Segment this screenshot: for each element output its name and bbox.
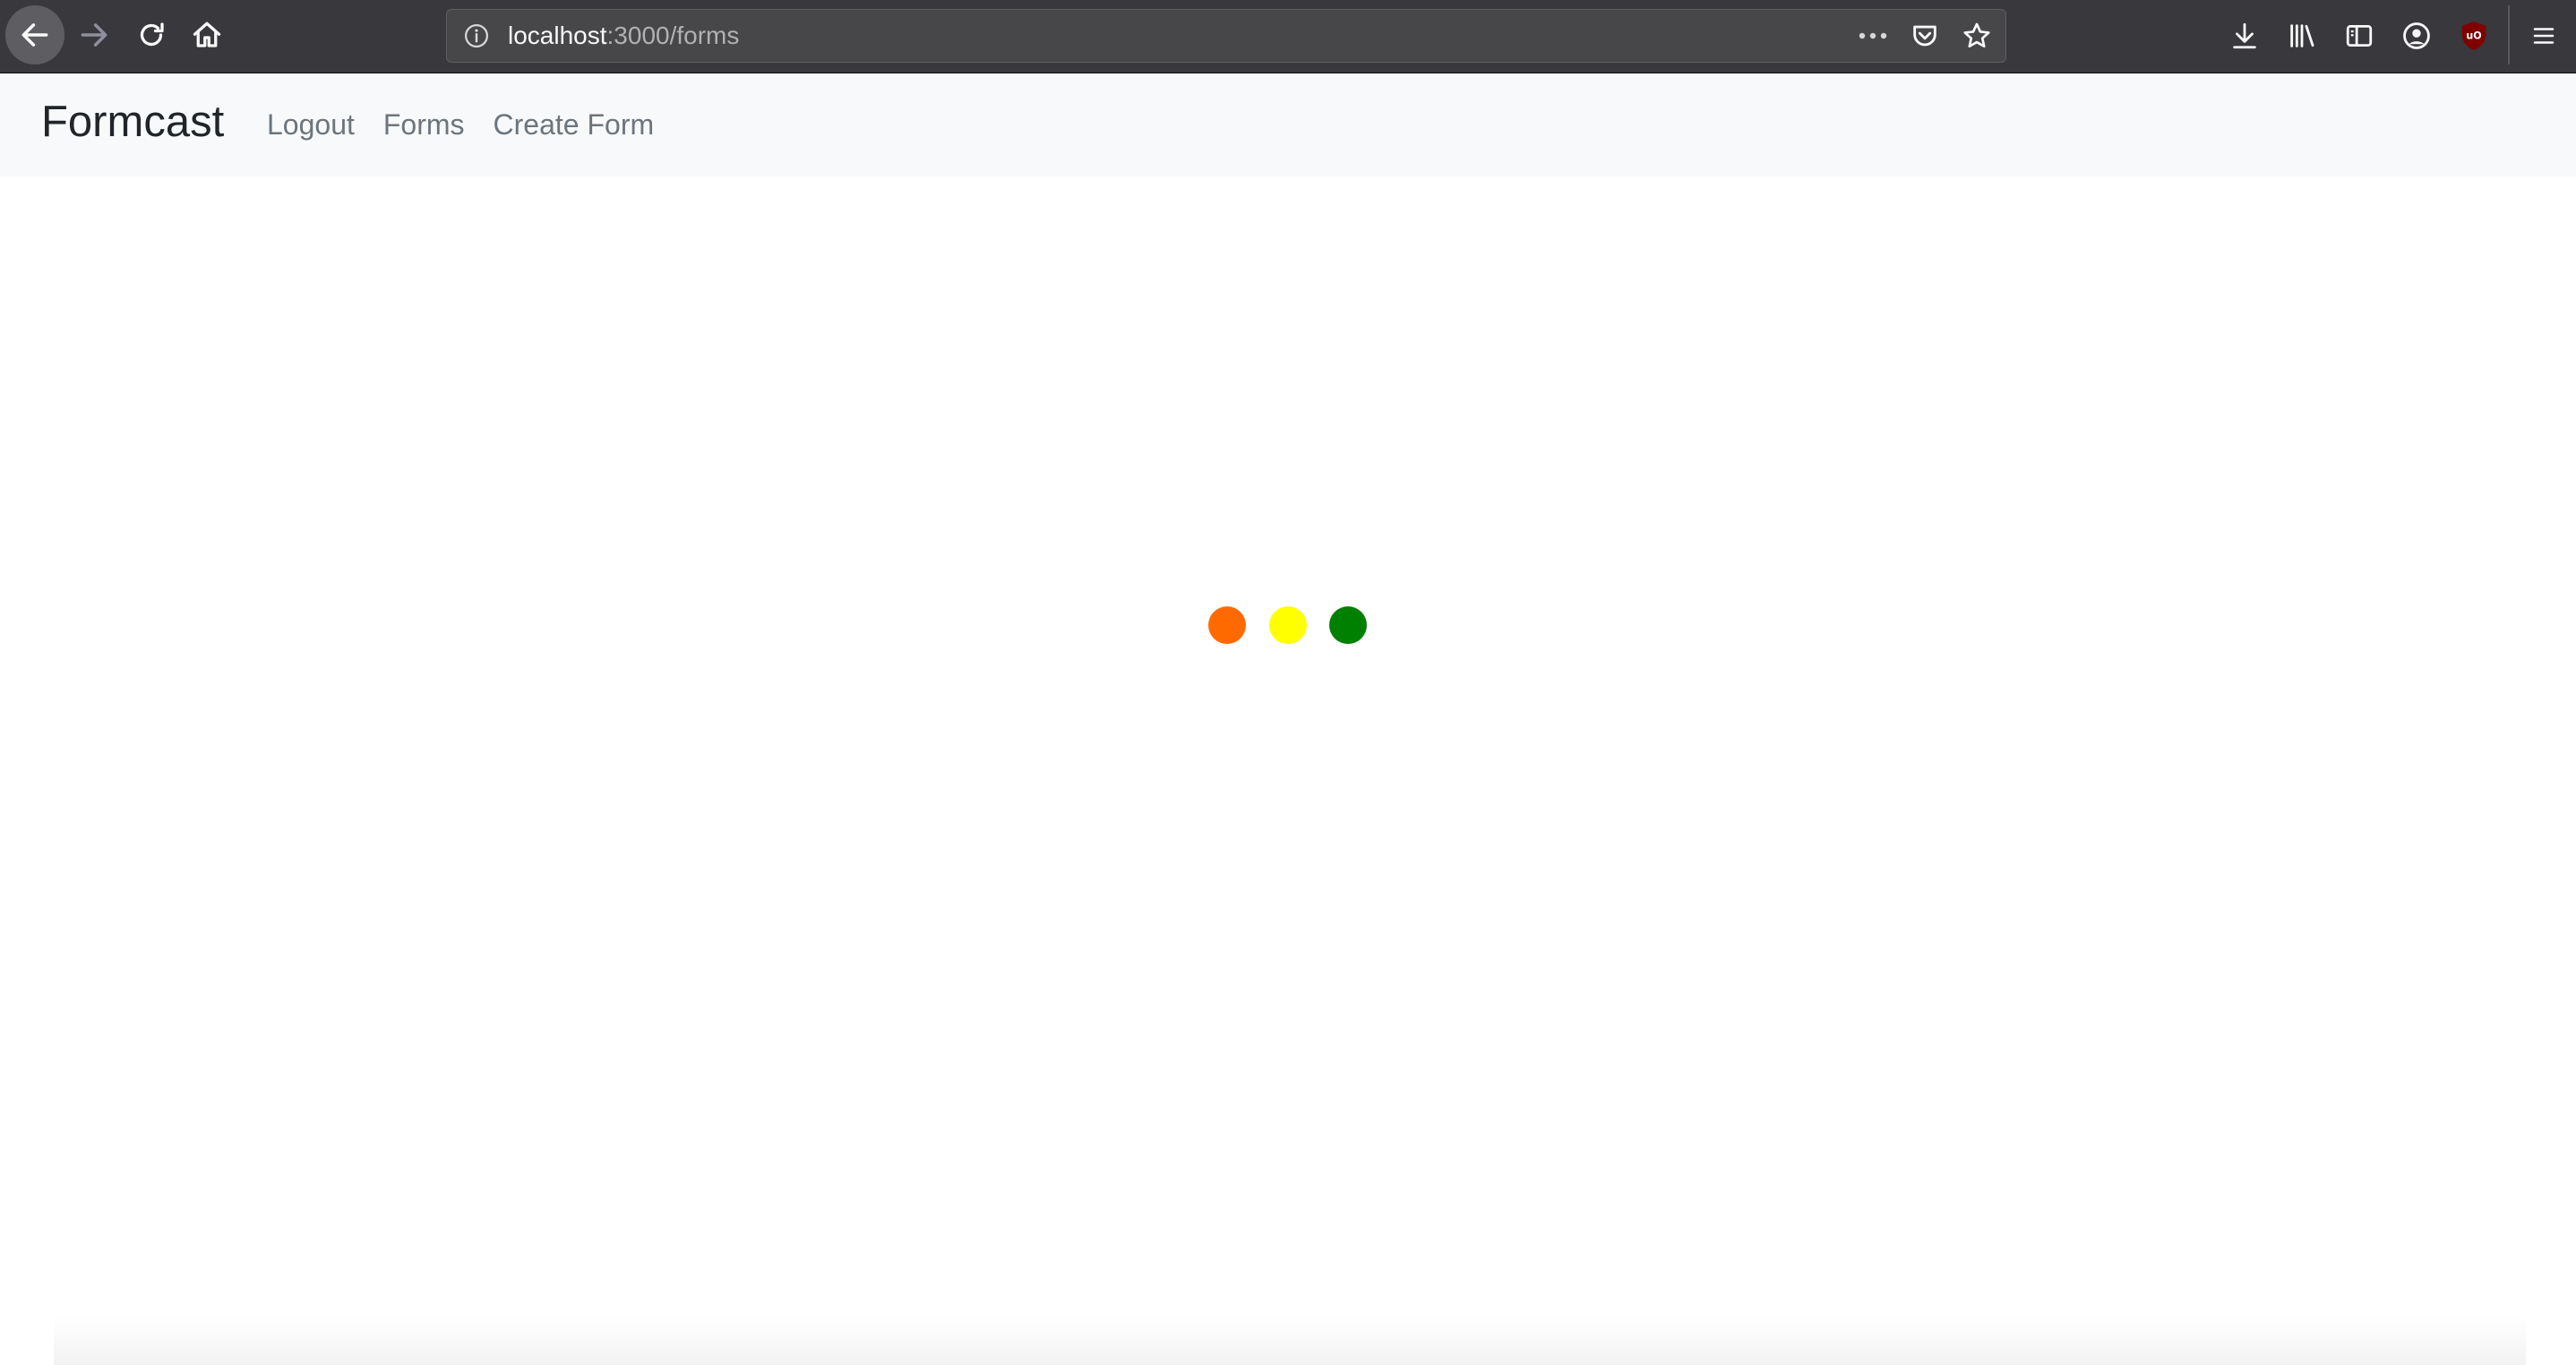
reload-button[interactable] xyxy=(122,5,181,64)
nav-links: Logout Forms Create Form xyxy=(267,73,654,176)
pocket-icon xyxy=(1913,25,1936,47)
home-button[interactable] xyxy=(177,5,236,64)
star-icon xyxy=(1963,22,1990,48)
hamburger-menu-icon xyxy=(2533,28,2555,44)
address-bar[interactable]: localhost:3000/forms xyxy=(446,9,2006,63)
app-navbar: Formcast Logout Forms Create Form xyxy=(0,73,2576,176)
browser-toolbar: localhost:3000/forms uO xyxy=(0,0,2576,73)
reload-icon xyxy=(140,22,164,47)
back-arrow-icon xyxy=(21,23,48,47)
bottom-shadow xyxy=(54,1317,2526,1365)
pocket-button[interactable] xyxy=(1909,20,1941,52)
nav-link-forms[interactable]: Forms xyxy=(383,108,465,142)
library-button[interactable] xyxy=(2284,18,2320,54)
info-icon[interactable] xyxy=(463,22,490,49)
bookmark-button[interactable] xyxy=(1961,20,1993,52)
url-text[interactable]: localhost:3000/forms xyxy=(508,10,739,62)
ublock-button[interactable]: uO xyxy=(2456,18,2492,54)
back-button[interactable] xyxy=(5,5,64,64)
loader-dot-orange xyxy=(1208,606,1246,644)
loading-indicator xyxy=(1208,606,1367,644)
loader-dot-green xyxy=(1329,606,1367,644)
menu-button[interactable] xyxy=(2526,18,2562,54)
url-path: :3000/forms xyxy=(606,21,740,49)
nav-link-logout[interactable]: Logout xyxy=(267,108,355,142)
svg-text:uO: uO xyxy=(2466,30,2481,41)
download-icon xyxy=(2233,22,2256,49)
loader-dot-yellow xyxy=(1269,606,1307,644)
sidebar-button[interactable] xyxy=(2341,18,2377,54)
home-icon xyxy=(193,21,221,47)
forward-arrow-icon xyxy=(81,23,107,47)
library-icon xyxy=(2290,24,2314,47)
page-actions-button[interactable] xyxy=(1857,20,1889,52)
more-dots-icon xyxy=(1859,32,1887,39)
account-icon xyxy=(2403,22,2430,49)
sidebar-icon xyxy=(2346,24,2373,47)
nav-link-create-form[interactable]: Create Form xyxy=(494,108,655,142)
account-button[interactable] xyxy=(2399,18,2434,54)
forward-button[interactable] xyxy=(64,5,124,64)
url-host: localhost xyxy=(508,21,607,49)
brand-logo[interactable]: Formcast xyxy=(41,96,224,149)
downloads-button[interactable] xyxy=(2227,18,2263,54)
toolbar-separator xyxy=(2508,5,2510,64)
ublock-shield-icon: uO xyxy=(2461,21,2486,50)
